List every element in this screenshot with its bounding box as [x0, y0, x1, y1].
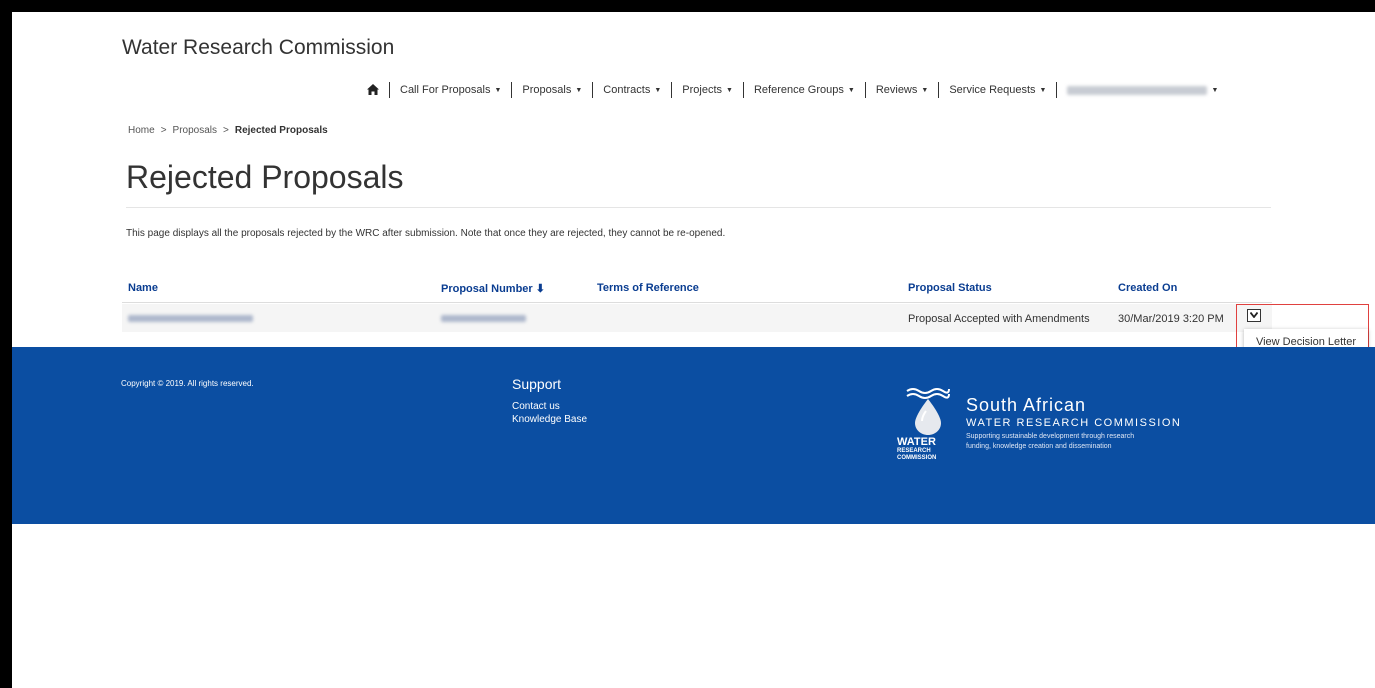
breadcrumb-current: Rejected Proposals [234, 125, 328, 136]
row-actions-dropdown-button[interactable] [1247, 309, 1261, 322]
proposal-number-redacted [441, 315, 526, 322]
nav-divider [1056, 82, 1058, 98]
user-menu[interactable]: ▼ [1067, 85, 1219, 95]
column-header-created-on[interactable]: Created On [1118, 282, 1177, 294]
page: Water Research Commission Call For Propo… [12, 12, 1375, 688]
contact-us-link[interactable]: Contact us [512, 400, 587, 413]
created-on: 30/Mar/2019 3:20 PM [1118, 313, 1224, 325]
nav-divider [938, 82, 940, 98]
page-title: Rejected Proposals [126, 159, 404, 195]
nav-divider [511, 82, 513, 98]
logo-south-african: South African [966, 395, 1087, 415]
nav-call-for-proposals[interactable]: Call For Proposals ▼ [400, 84, 501, 96]
breadcrumb-home[interactable]: Home [128, 125, 155, 136]
nav-reviews[interactable]: Reviews ▼ [876, 84, 929, 96]
caret-down-icon: ▼ [921, 86, 929, 94]
column-header-terms-of-reference[interactable]: Terms of Reference [597, 282, 699, 294]
proposal-name-redacted[interactable] [128, 315, 253, 322]
title-divider [126, 207, 1271, 208]
caret-down-icon: ▼ [1211, 86, 1219, 94]
copyright: Copyright © 2019. All rights reserved. [121, 379, 254, 388]
nav-reference-groups[interactable]: Reference Groups ▼ [754, 84, 855, 96]
page-description: This page displays all the proposals rej… [126, 228, 726, 239]
nav-divider [742, 82, 744, 98]
chevron-down-icon [1249, 311, 1259, 320]
breadcrumb-separator: > [223, 125, 229, 136]
nav-divider [671, 82, 673, 98]
caret-down-icon: ▼ [1039, 86, 1047, 94]
water-drop-logo-icon [906, 388, 950, 435]
caret-down-icon: ▼ [494, 86, 502, 94]
caret-down-icon: ▼ [575, 86, 583, 94]
column-header-proposal-number[interactable]: Proposal Number ⬇ [441, 282, 545, 295]
column-header-name[interactable]: Name [128, 282, 158, 294]
knowledge-base-link[interactable]: Knowledge Base [512, 413, 587, 426]
breadcrumb-separator: > [160, 125, 167, 136]
support-section: Support Contact us Knowledge Base [512, 376, 587, 426]
column-header-proposal-status[interactable]: Proposal Status [908, 282, 992, 294]
breadcrumb-proposals[interactable]: Proposals [173, 125, 217, 136]
logo-water-text: WATER [897, 436, 936, 448]
nav-proposals[interactable]: Proposals ▼ [522, 84, 582, 96]
user-name-redacted [1067, 85, 1208, 95]
nav-divider [389, 82, 390, 98]
logo-research-text: RESEARCH COMMISSION [897, 448, 937, 461]
site-brand[interactable]: Water Research Commission [122, 36, 394, 60]
home-icon[interactable] [367, 83, 379, 98]
nav-divider [864, 82, 866, 98]
nav-projects[interactable]: Projects ▼ [682, 84, 733, 96]
nav-service-requests[interactable]: Service Requests ▼ [949, 84, 1046, 96]
caret-down-icon: ▼ [654, 86, 662, 94]
nav-contracts[interactable]: Contracts ▼ [603, 84, 661, 96]
breadcrumb: Home > Proposals > Rejected Proposals [128, 125, 328, 136]
caret-down-icon: ▼ [847, 86, 855, 94]
logo-wrc-name: WATER RESEARCH COMMISSION [966, 417, 1182, 429]
header-divider [122, 302, 1272, 303]
main-nav: Call For Proposals ▼ Proposals ▼ Contracts… [367, 82, 1218, 98]
caret-down-icon: ▼ [726, 86, 733, 94]
proposal-status: Proposal Accepted with Amendments [908, 313, 1090, 325]
footer: Copyright © 2019. All rights reserved. S… [12, 347, 1375, 524]
support-title: Support [512, 376, 562, 392]
table-row[interactable]: Proposal Accepted with Amendments 30/Mar… [122, 304, 1272, 332]
nav-divider [592, 82, 594, 98]
logo-tagline: Supporting sustainable development throu… [966, 433, 1135, 450]
